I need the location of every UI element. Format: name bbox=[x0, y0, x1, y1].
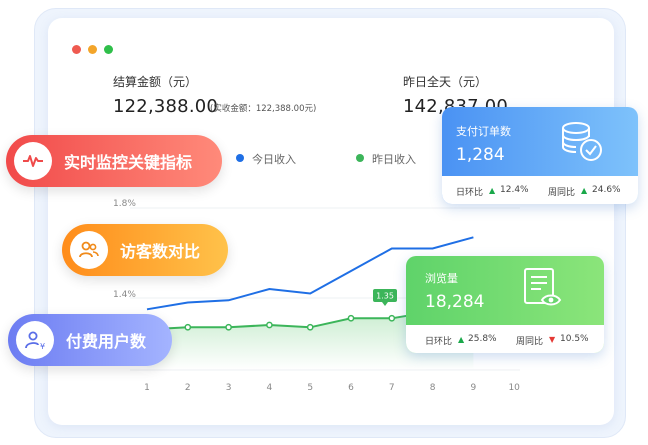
pill-paid-label: 付费用户数 bbox=[66, 332, 147, 351]
x-tick-label: 5 bbox=[307, 383, 314, 393]
card-views-title: 浏览量 bbox=[425, 272, 458, 285]
y-tick-top: 1.8% bbox=[113, 199, 136, 209]
pill-visitor-compare[interactable]: 访客数对比 bbox=[62, 224, 228, 276]
card-views-value: 18,284 bbox=[425, 292, 485, 312]
x-tick-label: 4 bbox=[266, 383, 273, 393]
up-arrow-icon: ▲ bbox=[581, 186, 588, 195]
yesterday-point bbox=[306, 323, 314, 331]
x-tick-label: 1 bbox=[144, 383, 150, 393]
pill-realtime-label: 实时监控关键指标 bbox=[64, 153, 193, 172]
chart-tooltip: 1.35 bbox=[373, 289, 397, 306]
orders-dod-value: 12.4% bbox=[500, 185, 529, 195]
card-orders-footer: 日环比 ▲ 12.4% 周同比 ▲ 24.6% bbox=[442, 176, 638, 204]
x-tick-label: 10 bbox=[508, 383, 520, 393]
views-wow-label: 周同比 bbox=[516, 337, 544, 347]
orders-dod-label: 日环比 bbox=[456, 188, 484, 198]
chart-tooltip-text: 1.35 bbox=[376, 292, 394, 301]
yesterday-point bbox=[225, 323, 232, 331]
pill-paid-users[interactable]: ¥ 付费用户数 bbox=[8, 314, 172, 366]
card-views-footer: 日环比 ▲ 25.8% 周同比 ▼ 10.5% bbox=[406, 325, 604, 353]
x-tick-label: 9 bbox=[470, 383, 477, 393]
document-view-icon bbox=[520, 266, 566, 314]
paid-user-icon: ¥ bbox=[16, 321, 54, 359]
card-payment-orders[interactable]: 支付订单数 1,284 日环比 ▲ 12.4% 周同比 ▲ 24.6% bbox=[442, 107, 638, 204]
up-arrow-icon: ▲ bbox=[458, 335, 465, 344]
views-dod-label: 日环比 bbox=[425, 337, 453, 347]
yesterday-point bbox=[347, 314, 355, 322]
pill-realtime-monitoring[interactable]: 实时监控关键指标 bbox=[6, 135, 222, 187]
x-tick-label: 7 bbox=[388, 383, 395, 393]
yesterday-point bbox=[266, 321, 273, 329]
y-tick-mid: 1.4% bbox=[113, 290, 136, 300]
pill-visitor-label: 访客数对比 bbox=[120, 242, 201, 261]
up-arrow-icon: ▲ bbox=[489, 186, 496, 195]
card-orders-title: 支付订单数 bbox=[456, 125, 511, 138]
x-tick-label: 6 bbox=[348, 383, 354, 393]
views-wow-value: 10.5% bbox=[560, 334, 589, 344]
svg-text:¥: ¥ bbox=[40, 342, 45, 350]
x-tick-label: 3 bbox=[225, 383, 232, 393]
yesterday-point bbox=[388, 314, 396, 322]
coins-check-icon bbox=[558, 119, 606, 169]
views-dod-value: 25.8% bbox=[468, 334, 497, 344]
x-tick-label: 8 bbox=[429, 383, 436, 393]
orders-wow-label: 周同比 bbox=[548, 188, 576, 198]
orders-wow-value: 24.6% bbox=[592, 185, 621, 195]
pulse-icon bbox=[14, 142, 52, 180]
income-line-chart: 1.35 bbox=[130, 207, 520, 371]
card-page-views[interactable]: 浏览量 18,284 日环比 ▲ 25.8% 周同比 ▼ 10.5% bbox=[406, 256, 604, 353]
card-orders-value: 1,284 bbox=[456, 145, 505, 165]
users-icon bbox=[70, 231, 108, 269]
yesterday-point bbox=[184, 323, 192, 331]
down-arrow-icon: ▼ bbox=[549, 335, 556, 344]
x-tick-label: 2 bbox=[184, 383, 191, 393]
